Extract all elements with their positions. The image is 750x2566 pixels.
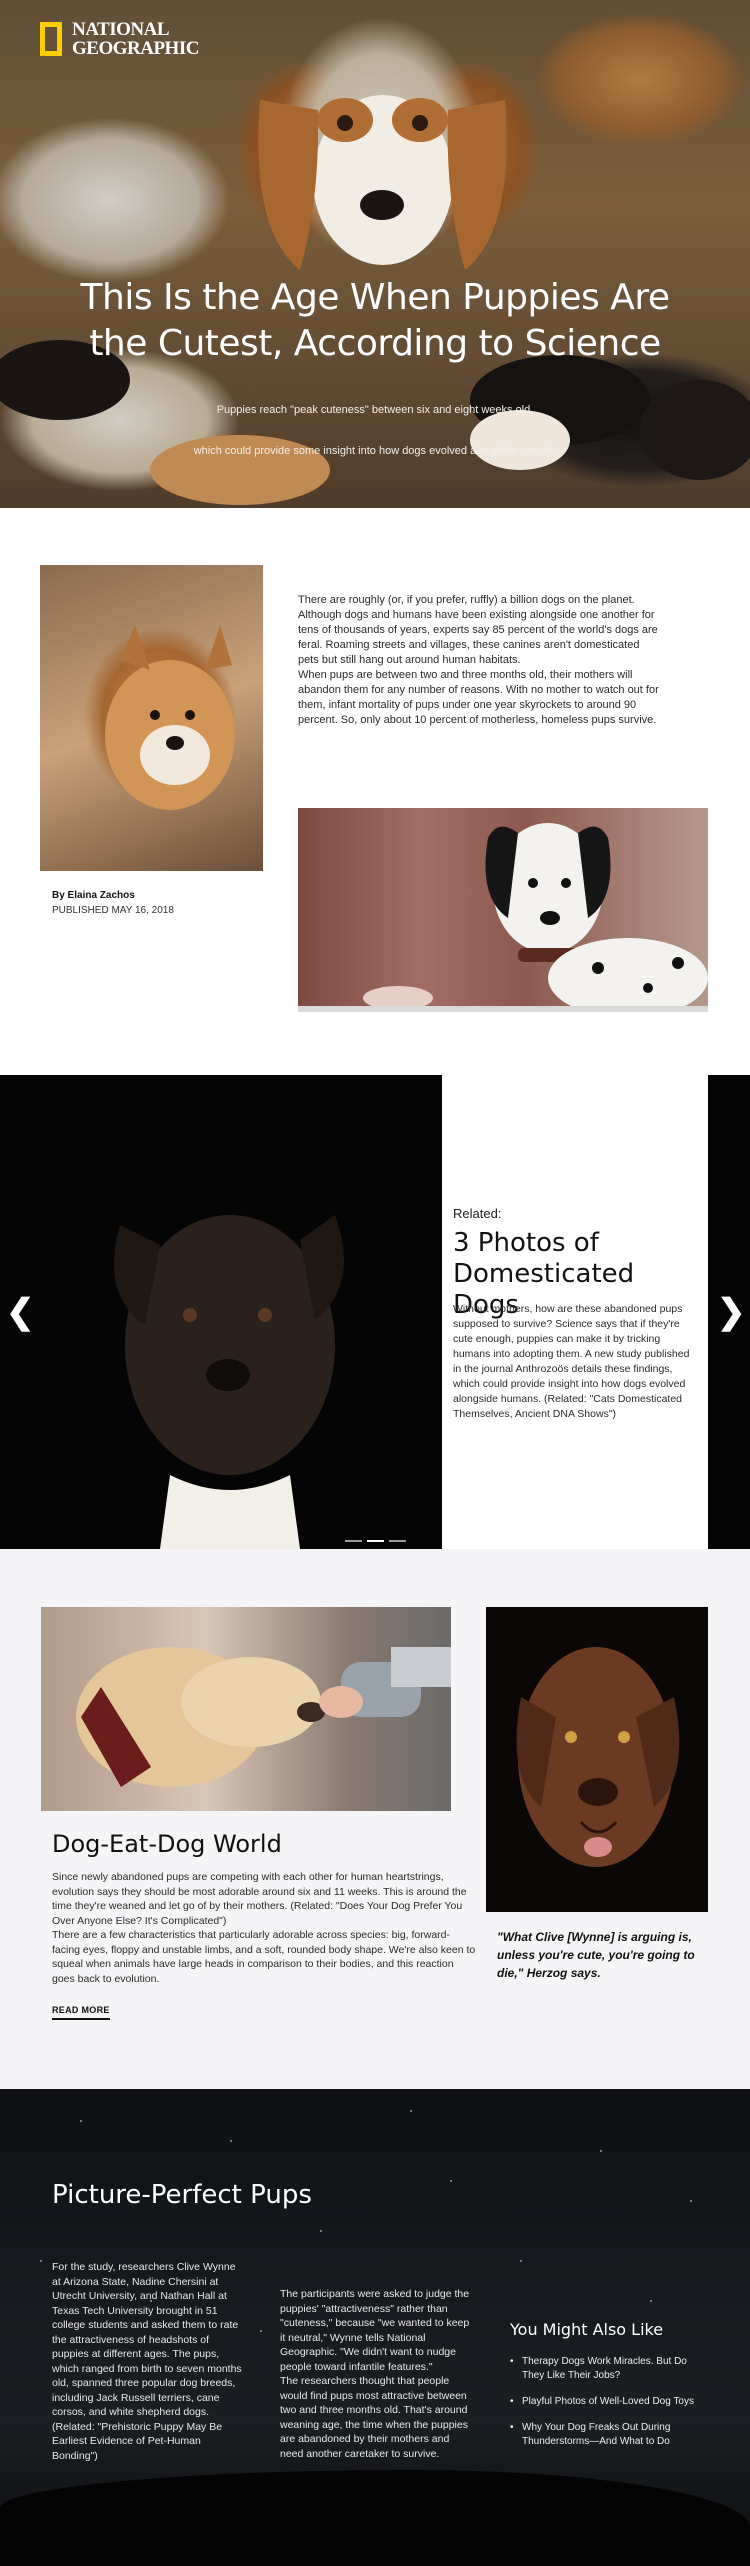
herzog-quote: "What Clive [Wynne] is arguing is, unles… [497, 1930, 695, 1980]
intro-paragraph-1: There are roughly (or, if you prefer, ru… [298, 594, 658, 666]
dog-world-paragraph-2: There are a few characteristics that par… [52, 1929, 476, 1985]
pups-title: Picture-Perfect Pups [52, 2180, 312, 2210]
also-like-list: Therapy Dogs Work Miracles. But Do They … [510, 2355, 700, 2461]
logo-line-1: NATIONAL [72, 19, 169, 40]
related-eyebrow: Related: [453, 1206, 502, 1221]
fluffy-puppy-photo [40, 565, 263, 871]
pups-column-2: The participants were asked to judge the… [280, 2287, 475, 2461]
author-byline[interactable]: By Elaina Zachos [52, 890, 135, 901]
yellow-border-logo-icon [40, 22, 62, 56]
night-horizon-silhouette [0, 2470, 750, 2566]
logo-line-2: GEOGRAPHIC [72, 38, 199, 59]
related-text: Without mothers, how are these abandoned… [453, 1303, 690, 1420]
hero-title: This Is the Age When Puppies Are the Cut… [80, 277, 670, 364]
dog-world-body: Since newly abandoned pups are competing… [52, 1870, 477, 1986]
also-like-item-3[interactable]: Why Your Dog Freaks Out During Thunderst… [510, 2421, 700, 2449]
slider-photo-dark-dog [0, 1075, 442, 1549]
slide-dot-3[interactable] [389, 1540, 406, 1542]
dalmatian-illustration [298, 823, 708, 1012]
intro-paragraph: There are roughly (or, if you prefer, ru… [298, 593, 660, 728]
national-geographic-logo[interactable]: NATIONAL GEOGRAPHIC [40, 20, 199, 58]
pups-column-2-paragraph-1: The participants were asked to judge the… [280, 2288, 470, 2373]
hero-banner: NATIONAL GEOGRAPHIC This Is the Age When… [0, 0, 750, 508]
slide-dot-2[interactable] [367, 1540, 384, 1542]
chevron-left-icon[interactable]: ❮ [6, 1295, 35, 1329]
dog-and-hand-illustration [76, 1647, 451, 1787]
hero-puppies-illustration [0, 95, 750, 505]
intro-paragraph-2: When pups are between two and three mont… [298, 669, 659, 726]
dalmatian-photo [298, 808, 708, 1012]
dog-and-hand-photo [41, 1607, 451, 1811]
chevron-right-icon[interactable]: ❯ [717, 1295, 746, 1329]
hero-subtitle-line-1: Puppies reach "peak cuteness" between si… [216, 404, 534, 416]
read-more-link[interactable]: READ MORE [52, 2005, 110, 2020]
chocolate-lab-photo [486, 1607, 708, 1912]
chocolate-lab-illustration [516, 1647, 680, 1867]
dog-world-paragraph-1: Since newly abandoned pups are competing… [52, 1871, 467, 1927]
published-date: PUBLISHED MAY 16, 2018 [52, 905, 174, 916]
pups-column-1: For the study, researchers Clive Wynne a… [52, 2261, 242, 2462]
hero-subtitle-line-2: which could provide some insight into ho… [193, 445, 557, 457]
slider-dots [345, 1540, 406, 1542]
slide-dot-1[interactable] [345, 1540, 362, 1542]
fluffy-puppy-illustration [105, 625, 235, 810]
pups-column-2-paragraph-2: The researchers thought that people woul… [280, 2375, 468, 2460]
dog-world-title: Dog-Eat-Dog World [52, 1830, 282, 1858]
also-like-item-1[interactable]: Therapy Dogs Work Miracles. But Do They … [510, 2355, 700, 2383]
you-might-also-like-title: You Might Also Like [510, 2320, 664, 2339]
dark-dog-illustration [113, 1215, 344, 1549]
also-like-item-2[interactable]: Playful Photos of Well-Loved Dog Toys [510, 2395, 700, 2409]
